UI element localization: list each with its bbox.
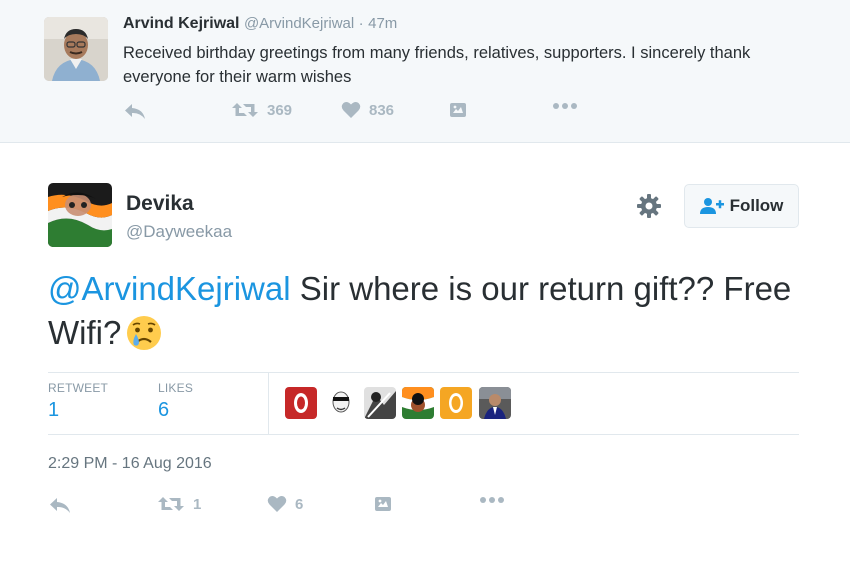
parent-tweet[interactable]: Arvind Kejriwal @ArvindKejriwal · 47m Re… <box>0 0 850 143</box>
retweet-icon <box>158 497 184 511</box>
retweet-count: 1 <box>193 495 202 513</box>
likes-stat-count[interactable]: 6 <box>158 399 169 422</box>
parent-tweet-text: Received birthday greetings from many fr… <box>123 44 751 86</box>
separator-dot: · <box>358 15 364 32</box>
like-button[interactable]: 6 <box>267 495 303 513</box>
moment-icon <box>375 497 391 511</box>
retweet-stat-label: RETWEET <box>48 381 109 395</box>
heart-icon <box>267 496 287 512</box>
parent-author-handle[interactable]: @ArvindKejriwal <box>244 15 354 32</box>
settings-button[interactable] <box>636 193 662 219</box>
retweet-stat-count[interactable]: 1 <box>48 399 59 422</box>
parent-more-button[interactable] <box>551 101 579 111</box>
parent-moment-button[interactable] <box>449 101 467 119</box>
add-user-icon <box>699 198 724 214</box>
more-icon <box>553 103 577 109</box>
action-bar: 1 6 <box>48 495 548 521</box>
likes-stat-label: LIKES <box>158 381 194 395</box>
parent-author-line: Arvind Kejriwal @ArvindKejriwal · 47m <box>123 15 397 33</box>
parent-avatar[interactable] <box>44 17 108 81</box>
liker-avatar[interactable] <box>326 387 358 419</box>
parent-like-count: 836 <box>369 101 395 119</box>
liker-avatar[interactable] <box>285 387 317 419</box>
like-count: 6 <box>295 495 304 513</box>
liker-avatar[interactable] <box>440 387 472 419</box>
parent-retweet-button[interactable]: 369 <box>231 101 292 119</box>
parent-author-name[interactable]: Arvind Kejriwal <box>123 15 239 32</box>
parent-timestamp[interactable]: 47m <box>368 15 397 32</box>
reply-button[interactable] <box>48 495 72 515</box>
parent-retweet-count: 369 <box>267 101 293 119</box>
reply-icon <box>50 498 70 513</box>
author-name[interactable]: Devika <box>126 192 194 216</box>
mention-link[interactable]: @ArvindKejriwal <box>48 270 291 307</box>
parent-like-button[interactable]: 836 <box>341 101 394 119</box>
main-avatar[interactable] <box>48 183 112 247</box>
gear-icon <box>637 194 661 218</box>
moment-button[interactable] <box>374 495 392 513</box>
moment-icon <box>450 103 466 117</box>
stats-divider-top <box>48 372 799 373</box>
stats-divider-bottom <box>48 434 799 435</box>
follow-button[interactable]: Follow <box>684 184 799 228</box>
retweet-icon <box>232 103 258 117</box>
liker-avatar[interactable] <box>364 387 396 419</box>
liker-avatar[interactable] <box>402 387 434 419</box>
heart-icon <box>341 102 361 118</box>
more-button[interactable] <box>478 495 506 505</box>
crying-face-emoji <box>125 314 163 363</box>
liker-avatar[interactable] <box>479 387 511 419</box>
author-handle[interactable]: @Dayweekaa <box>126 222 232 242</box>
retweet-button[interactable]: 1 <box>157 495 201 513</box>
tweet-timestamp[interactable]: 2:29 PM - 16 Aug 2016 <box>48 455 212 473</box>
parent-reply-button[interactable] <box>123 101 147 121</box>
stats-divider-vertical <box>268 373 269 434</box>
follow-label: Follow <box>729 196 784 215</box>
parent-action-bar: 369 836 <box>123 101 623 127</box>
reply-icon <box>125 104 145 119</box>
tweet-text: @ArvindKejriwal Sir where is our return … <box>48 267 808 363</box>
more-icon <box>480 497 504 503</box>
